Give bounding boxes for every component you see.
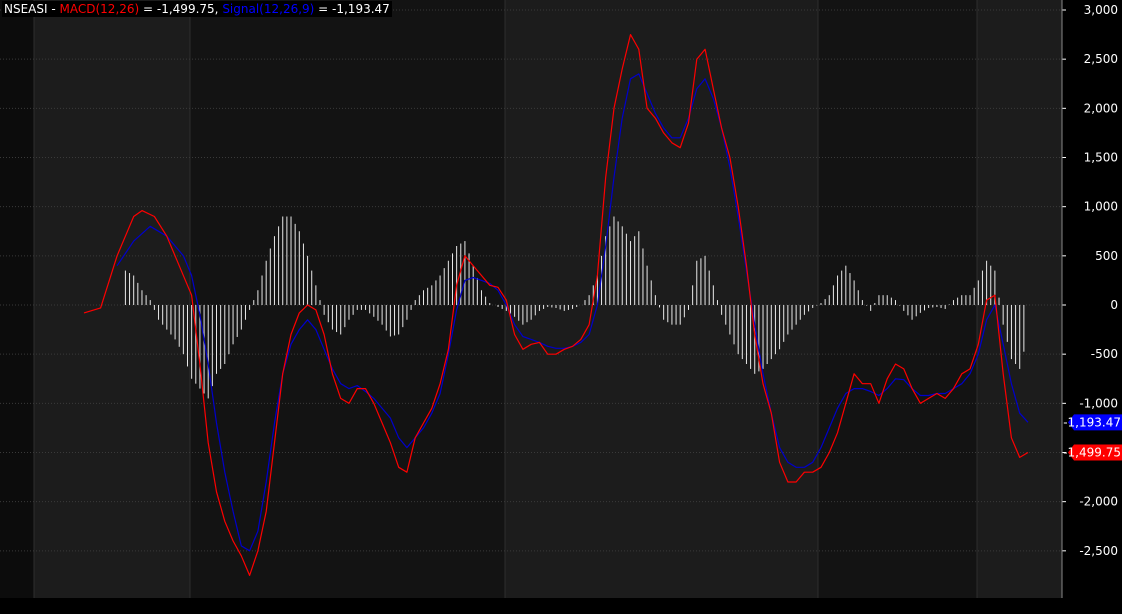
macd-chart[interactable]: 3,000 2,500 2,000 1,500 1,000 500 0 -500 -1,000 -… xyxy=(0,0,1122,610)
y-tick-label: 2,500 xyxy=(1084,52,1118,66)
background-band xyxy=(34,0,190,598)
signal-value: -1,193.47 xyxy=(332,2,390,16)
y-tick-label: 500 xyxy=(1095,249,1118,263)
y-tick-label: -500 xyxy=(1091,347,1118,361)
y-tick-label: -2,500 xyxy=(1079,544,1118,558)
macd-label: MACD(12,26) xyxy=(59,2,140,16)
signal-value-tag-label: -1,193.47 xyxy=(1063,415,1121,429)
background-band xyxy=(190,0,505,598)
macd-value: -1,499.75 xyxy=(156,2,215,16)
y-tick-label: -1,000 xyxy=(1079,396,1118,410)
y-tick-label: 3,000 xyxy=(1084,3,1118,17)
y-tick-label: -2,000 xyxy=(1079,495,1118,509)
indicator-header: NSEASI - MACD(12,26) = -1,499.75, Signal… xyxy=(2,1,392,17)
background-band xyxy=(0,0,34,598)
background-band xyxy=(977,0,1062,598)
separator: - xyxy=(47,2,60,16)
chart-canvas[interactable]: 3,000 2,500 2,000 1,500 1,000 500 0 -500 -1,000 -… xyxy=(0,0,1122,610)
macd-value-tag-label: -1,499.75 xyxy=(1063,445,1121,459)
y-tick-label: 2,000 xyxy=(1084,101,1118,115)
equals: = xyxy=(314,2,333,16)
signal-label: Signal(12,26,9) xyxy=(222,2,315,16)
equals: = xyxy=(139,2,157,16)
y-tick-label: 1,000 xyxy=(1084,200,1118,214)
symbol-label: NSEASI xyxy=(4,2,48,16)
background-band xyxy=(505,0,818,598)
y-tick-label: 0 xyxy=(1110,298,1118,312)
y-tick-label: 1,500 xyxy=(1084,151,1118,165)
